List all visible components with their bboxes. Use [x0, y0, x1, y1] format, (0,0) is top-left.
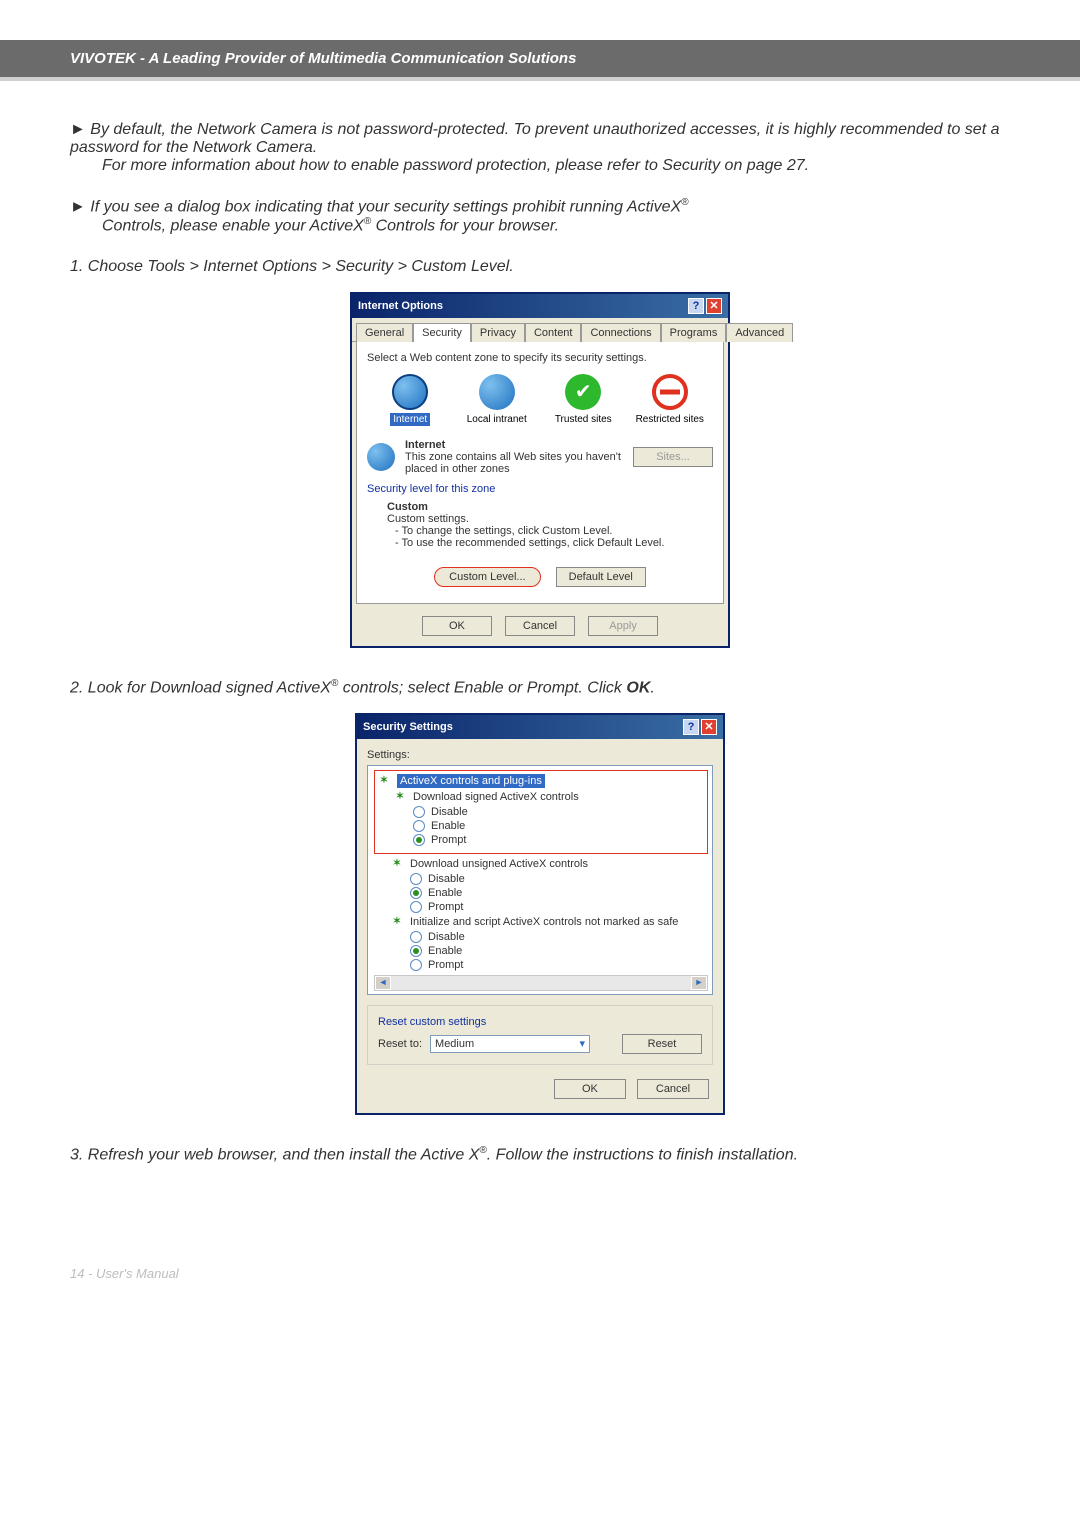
gear-icon: ✶ — [390, 915, 404, 929]
page-header: VIVOTEK - A Leading Provider of Multimed… — [0, 40, 1080, 81]
tab-connections[interactable]: Connections — [581, 323, 660, 342]
io-custom-sub: Custom settings. — [387, 513, 713, 525]
ss-settings-label: Settings: — [367, 749, 713, 761]
apply-button[interactable]: Apply — [588, 616, 658, 636]
tree-n3[interactable]: Initialize and script ActiveX controls n… — [410, 916, 678, 928]
io-custom-l2: - To use the recommended settings, click… — [387, 537, 713, 549]
default-level-button[interactable]: Default Level — [556, 567, 646, 587]
horizontal-scrollbar[interactable]: ◄ ► — [374, 975, 708, 991]
p2-b: Controls, please enable your ActiveX — [102, 218, 364, 235]
step2-d: . — [650, 679, 654, 696]
io-titlebar: Internet Options ? ✕ — [352, 294, 728, 318]
footer-text: 14 - User's Manual — [70, 1266, 179, 1281]
ss-titlebar: Security Settings ? ✕ — [357, 715, 723, 739]
p1-follow2: please refer to Security on page 27. — [556, 157, 810, 174]
tab-advanced[interactable]: Advanced — [726, 323, 793, 342]
p2-c: Controls for your browser. — [371, 218, 559, 235]
radio-enable[interactable] — [410, 887, 422, 899]
help-icon[interactable]: ? — [683, 719, 699, 735]
reset-group: Reset custom settings Reset to: Medium R… — [367, 1005, 713, 1065]
tree-n2[interactable]: Download unsigned ActiveX controls — [410, 858, 588, 870]
io-info-title: Internet — [405, 439, 623, 451]
help-icon[interactable]: ? — [688, 298, 704, 314]
settings-tree[interactable]: ✶ ActiveX controls and plug-ins ✶ Download… — [367, 765, 713, 995]
step3-b: . Follow the instructions to finish inst… — [487, 1146, 798, 1163]
scroll-right-icon[interactable]: ► — [691, 976, 707, 990]
restricted-icon — [652, 374, 688, 410]
check-icon: ✔ — [565, 374, 601, 410]
gear-icon: ✶ — [377, 774, 391, 788]
custom-level-button[interactable]: Custom Level... — [434, 567, 540, 587]
zone-internet[interactable]: Internet — [375, 374, 445, 425]
io-custom-l1: - To change the settings, click Custom L… — [387, 525, 713, 537]
io-seclevel-label: Security level for this zone — [367, 483, 713, 495]
tab-privacy[interactable]: Privacy — [471, 323, 525, 342]
io-title: Internet Options — [358, 300, 443, 312]
zone-local[interactable]: Local intranet — [462, 374, 532, 425]
radio-enable[interactable] — [410, 945, 422, 957]
paragraph-1: ► By default, the Network Camera is not … — [70, 121, 1010, 175]
reg-mark-1: ® — [681, 197, 688, 208]
sites-button[interactable]: Sites... — [633, 447, 713, 467]
radio-enable[interactable] — [413, 820, 425, 832]
radio-prompt[interactable] — [410, 959, 422, 971]
ss-title: Security Settings — [363, 721, 453, 733]
reset-select[interactable]: Medium — [430, 1035, 590, 1053]
globe-icon — [367, 443, 395, 471]
radio-disable[interactable] — [410, 931, 422, 943]
tab-security[interactable]: Security — [413, 323, 471, 342]
zone-trusted[interactable]: ✔ Trusted sites — [548, 374, 618, 425]
internet-options-dialog: Internet Options ? ✕ General Security Pr… — [350, 292, 730, 648]
tab-general[interactable]: General — [356, 323, 413, 342]
radio-disable[interactable] — [410, 873, 422, 885]
header-title: VIVOTEK - A Leading Provider of Multimed… — [70, 50, 576, 67]
reg-mark-4: ® — [479, 1145, 486, 1156]
zone-restricted[interactable]: Restricted sites — [635, 374, 705, 425]
io-select-text: Select a Web content zone to specify its… — [367, 352, 713, 364]
step-2: 2. Look for Download signed ActiveX® con… — [70, 678, 1010, 697]
step3-a: 3. Refresh your web browser, and then in… — [70, 1146, 479, 1163]
gear-icon: ✶ — [390, 857, 404, 871]
io-info-desc: This zone contains all Web sites you hav… — [405, 451, 623, 475]
radio-prompt[interactable] — [410, 901, 422, 913]
tree-root[interactable]: ActiveX controls and plug-ins — [397, 774, 545, 788]
radio-disable[interactable] — [413, 806, 425, 818]
page-content: ► By default, the Network Camera is not … — [0, 81, 1080, 1220]
step2-a: 2. Look for Download signed ActiveX — [70, 679, 331, 696]
close-icon[interactable]: ✕ — [706, 298, 722, 314]
gear-icon: ✶ — [393, 790, 407, 804]
tab-programs[interactable]: Programs — [661, 323, 727, 342]
highlighted-group: ✶ ActiveX controls and plug-ins ✶ Download… — [374, 770, 708, 854]
p2-a: ► If you see a dialog box indicating tha… — [70, 198, 681, 215]
security-settings-dialog: Security Settings ? ✕ Settings: ✶ ActiveX… — [355, 713, 725, 1115]
io-custom-title: Custom — [387, 501, 713, 513]
close-icon[interactable]: ✕ — [701, 719, 717, 735]
io-body: Select a Web content zone to specify its… — [356, 342, 724, 604]
globe-icon — [479, 374, 515, 410]
radio-prompt[interactable] — [413, 834, 425, 846]
step-1: 1. Choose Tools > Internet Options > Sec… — [70, 258, 1010, 276]
io-tabs: General Security Privacy Content Connect… — [352, 318, 728, 342]
reset-button[interactable]: Reset — [622, 1034, 702, 1054]
paragraph-2: ► If you see a dialog box indicating tha… — [70, 197, 1010, 236]
step2-ok: OK — [626, 679, 650, 696]
scroll-left-icon[interactable]: ◄ — [375, 976, 391, 990]
step2-b: controls; select Enable or Prompt. Click — [338, 679, 626, 696]
cancel-button[interactable]: Cancel — [637, 1079, 709, 1099]
tree-n1[interactable]: Download signed ActiveX controls — [413, 791, 579, 803]
tab-content[interactable]: Content — [525, 323, 582, 342]
ok-button[interactable]: OK — [422, 616, 492, 636]
step1-text: 1. Choose Tools > Internet Options > Sec… — [70, 258, 514, 275]
p1-text: ► By default, the Network Camera is not … — [70, 121, 999, 156]
globe-icon — [392, 374, 428, 410]
reset-to-label: Reset to: — [378, 1038, 422, 1050]
cancel-button[interactable]: Cancel — [505, 616, 575, 636]
reset-label: Reset custom settings — [378, 1016, 702, 1028]
p1-follow1: For more information about how to enable… — [102, 157, 556, 174]
ok-button[interactable]: OK — [554, 1079, 626, 1099]
page-footer: 14 - User's Manual — [0, 1250, 1080, 1321]
step-3: 3. Refresh your web browser, and then in… — [70, 1145, 1010, 1164]
